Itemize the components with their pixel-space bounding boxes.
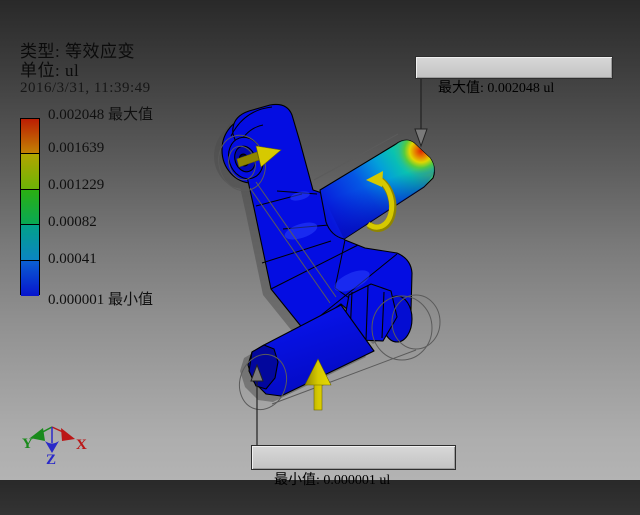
legend-label-2: 0.001639	[48, 140, 105, 156]
min-leader	[250, 363, 264, 445]
result-viewport[interactable]: Y X Z 类型: 等效应变 单位: ul 2016/3/31, 11:39:4…	[0, 0, 640, 488]
axis-x-label: X	[76, 437, 87, 453]
legend-label-4: 0.00082	[48, 214, 97, 230]
legend-label-max: 0.002048 最大值	[48, 107, 154, 123]
axis-x-arrowhead	[61, 428, 75, 441]
result-unit-label: 单位: ul	[20, 61, 80, 80]
legend-cell-4	[21, 225, 39, 261]
legend-label-3: 0.001229	[48, 177, 105, 193]
legend-cell-2	[21, 154, 39, 190]
min-value-callout[interactable]: 最小值: 0.000001 ul	[251, 445, 456, 488]
result-timestamp: 2016/3/31, 11:39:49	[20, 80, 151, 96]
min-value-text: 最小值: 0.000001 ul	[274, 473, 391, 488]
legend-label-min: 0.000001 最小值	[48, 292, 154, 308]
legend-label-5: 0.00041	[48, 251, 97, 267]
legend-cell-3	[21, 189, 39, 226]
legend-cell-5	[21, 260, 39, 296]
axis-y-label: Y	[22, 436, 33, 452]
legend-cell-1	[21, 119, 39, 155]
axis-z-label: Z	[46, 452, 56, 468]
max-value-text: 最大值: 0.002048 ul	[438, 81, 555, 96]
coordinate-triad[interactable]: Y X Z	[22, 426, 87, 468]
legend-color-bar	[20, 118, 40, 296]
max-value-callout[interactable]: 最大值: 0.002048 ul	[415, 56, 613, 96]
